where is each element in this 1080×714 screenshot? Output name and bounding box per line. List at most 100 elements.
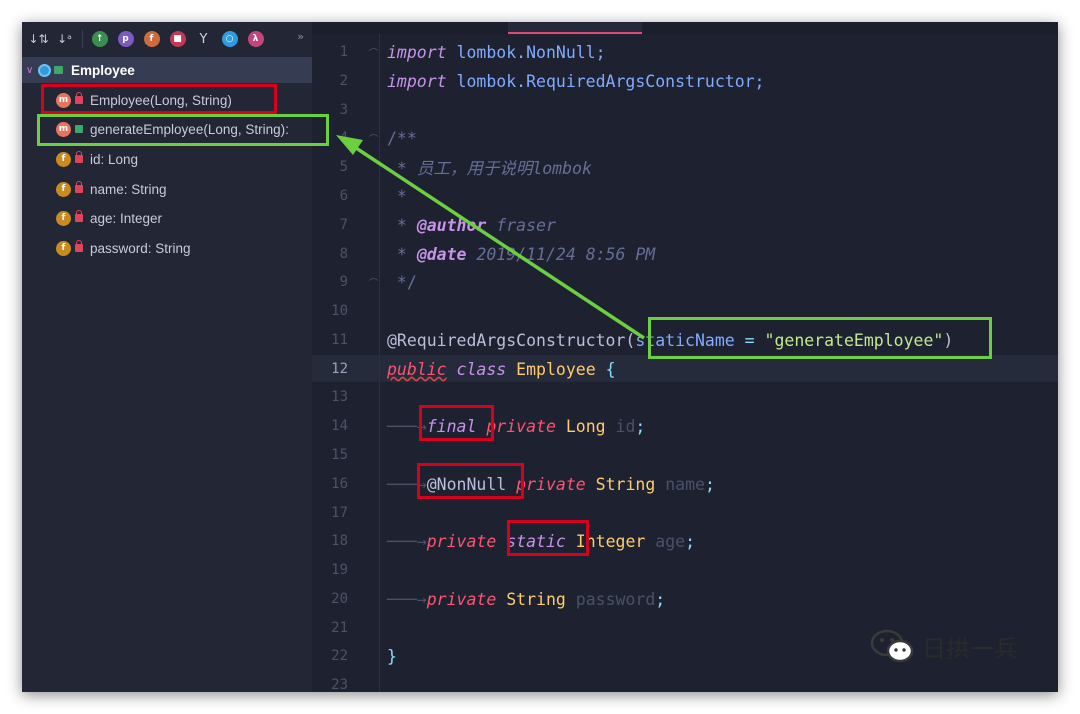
doc-comment: /** <box>387 128 417 148</box>
line-number: 14 <box>331 418 348 435</box>
line-number: 16 <box>331 476 348 493</box>
wechat-icon <box>870 629 914 663</box>
line-number: 8 <box>339 246 348 263</box>
code-line-20: 20 ───→private String password; <box>312 585 1058 614</box>
sort-by-type-icon: ↓⇅ <box>28 32 49 46</box>
code-line-1: 1 ⌒ import lombok.NonNull; <box>312 38 1058 67</box>
ide-window: ↓⇅ ↓ᵃ ↑ p f ■ Y ○ λ » ∨ Employee m Emplo… <box>22 22 1058 692</box>
keyword: import <box>387 42 447 62</box>
line-number: 21 <box>331 620 348 637</box>
show-non-public-button[interactable]: ■ <box>167 29 188 50</box>
line-number: 2 <box>339 73 348 90</box>
fold-marker-icon[interactable]: ⌒ <box>360 45 387 60</box>
line-number: 1 <box>339 44 348 61</box>
private-lock-icon <box>75 240 83 252</box>
package-visibility-icon <box>54 66 63 74</box>
line-number: 17 <box>331 505 348 522</box>
line-number: 13 <box>331 389 348 406</box>
keyword-class: class <box>456 359 507 379</box>
line-number: 11 <box>331 332 348 349</box>
keyword-private: private <box>486 416 556 436</box>
line-number: 18 <box>331 533 348 550</box>
code-line-7: 7 * @author fraser <box>312 211 1058 240</box>
field-name: id <box>615 416 636 436</box>
class-icon <box>38 63 51 77</box>
show-anonymous-button[interactable]: Y <box>193 29 214 50</box>
lock-filter-icon: ■ <box>169 31 186 47</box>
line-number: 15 <box>331 447 348 464</box>
tree-item-field-id[interactable]: f id: Long <box>56 149 138 169</box>
line-number: 5 <box>339 159 348 176</box>
tree-item-label: age: Integer <box>90 210 163 226</box>
keyword-private: private <box>426 589 497 609</box>
code-line-17: 17 <box>312 499 1058 528</box>
code-line-8: 8 * @date 2019/11/24 8:56 PM <box>312 240 1058 269</box>
line-number: 9 <box>339 274 348 291</box>
watermark-text: 日拱一兵 <box>922 634 1018 663</box>
sort-by-type-button[interactable]: ↓⇅ <box>28 29 49 50</box>
line-number: 12 <box>331 361 348 378</box>
tab-employee-java[interactable] <box>508 22 642 34</box>
code-line-19: 19 <box>312 556 1058 585</box>
show-lambdas-toggle[interactable]: ○ <box>219 29 240 50</box>
code-line-9: 9 ⌒ */ <box>312 268 1058 297</box>
tree-root-label: Employee <box>71 62 135 78</box>
private-lock-icon <box>75 151 83 163</box>
line-number: 7 <box>339 217 348 234</box>
code-line-4: 4 ⌒ /** <box>312 124 1058 153</box>
wechat-watermark: 日拱一兵 <box>870 628 1018 664</box>
line-number: 6 <box>339 188 348 205</box>
lambda-icon: λ <box>247 31 264 47</box>
editor-tab-strip <box>312 22 1058 34</box>
show-properties-button[interactable]: p <box>115 29 136 50</box>
tree-item-field-password[interactable]: f password: String <box>56 238 191 258</box>
inherited-icon: ↑ <box>91 31 108 47</box>
doc-comment-text: 员工，用于说明lombok <box>416 159 592 179</box>
code-line-23: 23 <box>312 671 1058 692</box>
highlight-box-generate-employee <box>37 114 329 146</box>
line-number: 10 <box>331 303 348 320</box>
highlight-box-constructor <box>41 84 277 114</box>
property-icon: p <box>117 31 134 47</box>
private-lock-icon <box>75 210 83 222</box>
structure-toolbar: ↓⇅ ↓ᵃ ↑ p f ■ Y ○ λ » <box>22 22 312 56</box>
tree-item-label: id: Long <box>90 151 139 167</box>
more-icon[interactable]: » <box>297 30 304 43</box>
tree-item-field-name[interactable]: f name: String <box>56 179 167 199</box>
type-name: Long <box>565 416 606 436</box>
javadoc-tag: @author <box>416 215 487 235</box>
sort-alphabetically-button[interactable]: ↓ᵃ <box>54 29 75 50</box>
code-line-18: 18 ───→private static Integer age; <box>312 527 1058 556</box>
keyword-private: private <box>516 474 586 494</box>
field-filter-icon: f <box>143 31 160 47</box>
tree-item-field-age[interactable]: f age: Integer <box>56 208 162 228</box>
code-line-2: 2 import lombok.RequiredArgsConstructor; <box>312 67 1058 96</box>
highlight-box-static <box>507 520 589 556</box>
highlight-box-nonnull <box>417 463 524 499</box>
anonymous-class-icon: Y <box>199 31 208 47</box>
fold-marker-icon[interactable]: ⌒ <box>360 131 387 146</box>
line-number: 23 <box>331 677 348 692</box>
sort-alpha-icon: ↓ᵃ <box>57 32 72 46</box>
show-fields-button[interactable]: f <box>141 29 162 50</box>
package-name: lombok.NonNull; <box>456 42 606 62</box>
field-icon: f <box>56 151 71 167</box>
show-inherited-button[interactable]: ↑ <box>89 29 110 50</box>
private-lock-icon <box>75 181 83 193</box>
field-icon: f <box>56 240 71 256</box>
chevron-down-icon[interactable]: ∨ <box>26 65 38 76</box>
type-name: String <box>506 589 566 609</box>
package-name: lombok.RequiredArgsConstructor; <box>456 71 765 91</box>
keyword-private: private <box>426 531 497 551</box>
tree-root-employee[interactable]: ∨ Employee <box>22 57 312 83</box>
fold-marker-icon[interactable]: ⌒ <box>360 275 387 290</box>
code-line-5: 5 * 员工，用于说明lombok <box>312 153 1058 182</box>
keyword-public: public <box>387 359 447 379</box>
type-name: String <box>595 474 656 494</box>
tree-item-label: password: String <box>90 240 191 256</box>
show-lambdas-button[interactable]: λ <box>245 29 266 50</box>
annotation: @RequiredArgsConstructor <box>387 330 626 350</box>
toolbar-divider <box>82 30 83 48</box>
code-line-12: 12 public class Employee { <box>312 355 1058 384</box>
line-number: 22 <box>331 648 348 665</box>
